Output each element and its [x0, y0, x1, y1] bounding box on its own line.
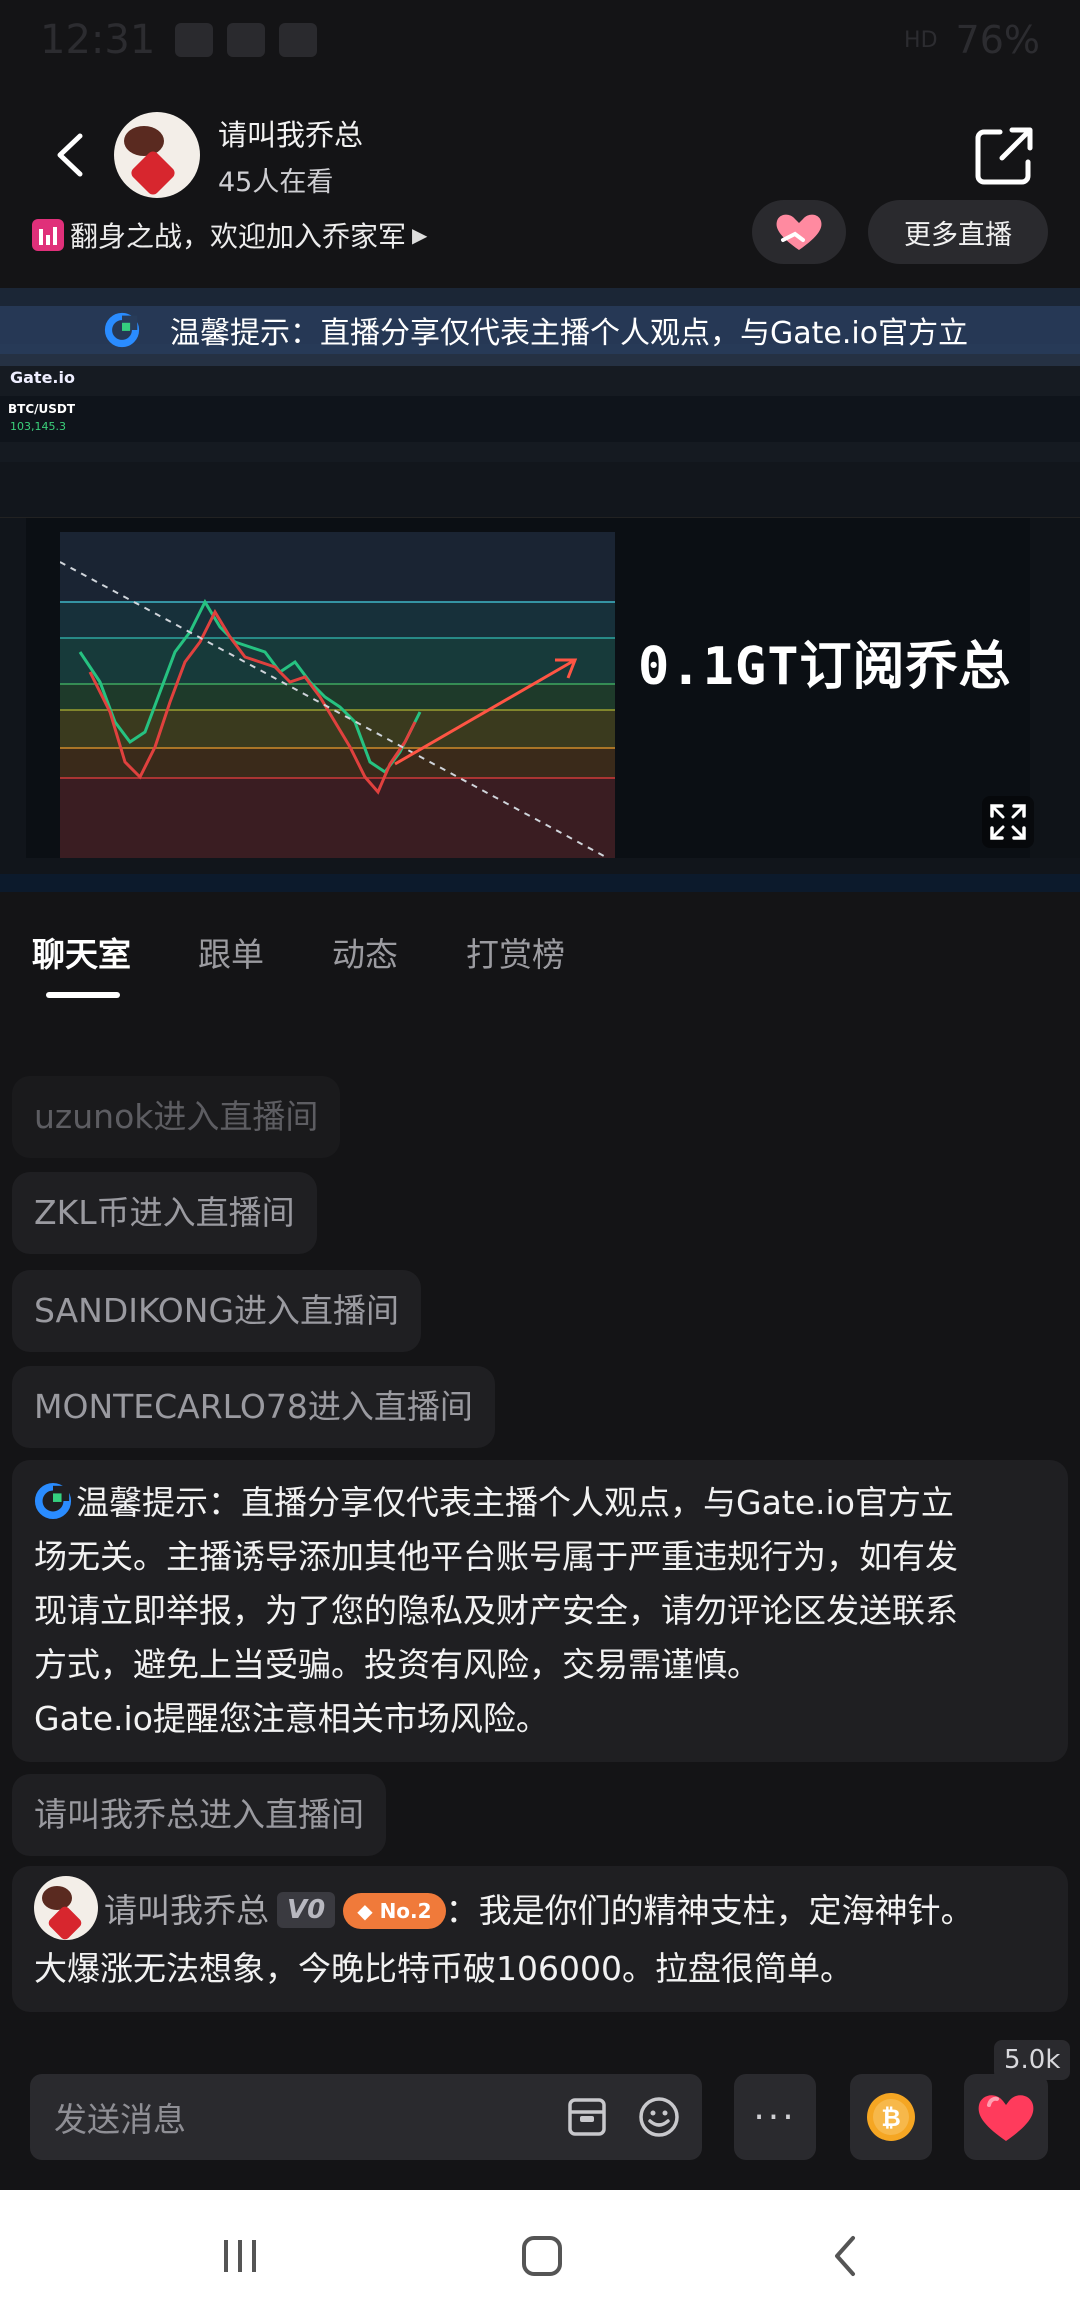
notice-line: 方式，避免上当受骗。投资有风险，交易需谨慎。	[34, 1645, 760, 1684]
recent-apps-button[interactable]	[210, 2226, 270, 2286]
app-notification-icon	[227, 23, 266, 57]
heart-hand-icon	[776, 214, 822, 250]
chat-message[interactable]: 请叫我乔总 V0 ◆ No.2 ：我是你们的精神支柱，定海神针。 大爆涨无法想象，今晚…	[12, 1866, 1068, 2012]
play-arrow-icon: ▶	[412, 223, 428, 247]
notice-line: 场无关。主播诱导添加其他平台账号属于严重违规行为，如有发	[34, 1537, 958, 1576]
notice-line: Gate.io提醒您注意相关市场风险。	[34, 1699, 549, 1738]
bitcoin-coin-icon: ₿	[867, 2093, 915, 2141]
app-notification-icon	[175, 23, 214, 57]
candles-svg	[60, 561, 615, 862]
enter-message: MONTECARLO78进入直播间	[12, 1366, 495, 1448]
tab-copy-trade[interactable]: 跟单	[198, 928, 264, 976]
status-time: 12:31	[40, 17, 156, 63]
stream-site-nav	[0, 366, 1080, 396]
message-input[interactable]: 发送消息	[30, 2074, 702, 2160]
host-info[interactable]: 请叫我乔总 45人在看	[218, 112, 363, 199]
more-options-button[interactable]: ···	[734, 2074, 816, 2160]
vip-level-badge: V0	[277, 1892, 336, 1928]
enter-message: uzunok进入直播间	[12, 1076, 341, 1158]
stream-price: 103,145.3	[10, 420, 66, 433]
more-live-button[interactable]: 更多直播	[868, 200, 1048, 264]
stream-notice-text: 温馨提示：直播分享仅代表主播个人观点，与Gate.io官方立	[170, 316, 969, 351]
enter-message: SANDIKONG进入直播间	[12, 1270, 422, 1352]
message-text: 大爆涨无法想象，今晚比特币破106000。拉盘很简单。	[34, 1949, 853, 1988]
stream-taskbar	[0, 874, 1080, 892]
system-nav-bar	[0, 2190, 1080, 2316]
system-back-button[interactable]	[816, 2226, 876, 2286]
subscribe-overlay-text: 0.1GT订阅乔总	[638, 637, 1012, 697]
diamond-icon: ◆	[357, 1899, 380, 1923]
host-name: 请叫我乔总	[218, 117, 364, 152]
user-avatar[interactable]	[34, 1876, 98, 1940]
recent-apps-icon	[224, 2240, 256, 2272]
notification-icons	[175, 23, 318, 57]
message-text: ：我是你们的精神支柱，定海神针。	[445, 1891, 974, 1930]
fullscreen-button[interactable]	[982, 796, 1034, 848]
stream-notice-banner: 温馨提示：直播分享仅代表主播个人观点，与Gate.io官方立	[0, 306, 1080, 354]
stream-ticker: BTC/USDT 103,145.3	[0, 396, 1080, 442]
share-button[interactable]	[970, 120, 1040, 190]
stream-logo: Gate.io	[10, 368, 75, 387]
home-button[interactable]	[512, 2226, 572, 2286]
host-avatar[interactable]	[114, 112, 200, 198]
viewer-count: 45人在看	[218, 166, 334, 198]
promo-row: 翻身之战，欢迎加入乔家军 ▶ 更多直播	[0, 200, 1080, 270]
tab-chat[interactable]: 聊天室	[32, 928, 131, 976]
status-bar: 12:31 HD 76%	[0, 0, 1080, 80]
promo-link[interactable]: 翻身之战，欢迎加入乔家军 ▶	[32, 215, 427, 255]
share-icon	[975, 127, 1033, 185]
back-button[interactable]	[30, 115, 110, 195]
svg-text:₿: ₿	[881, 2104, 901, 2132]
notice-line: 温馨提示：直播分享仅代表主播个人观点，与Gate.io官方立	[76, 1483, 954, 1522]
network-label: HD	[904, 27, 938, 53]
gate-logo-icon	[34, 1482, 72, 1520]
stream-chart-toolbar	[0, 462, 1080, 518]
stream-price-axis	[1030, 518, 1080, 858]
enter-message: ZKL币进入直播间	[12, 1172, 317, 1254]
battery-percent: 76%	[955, 18, 1040, 62]
message-placeholder: 发送消息	[54, 2100, 186, 2139]
like-button[interactable]	[964, 2074, 1048, 2160]
rank-badge: ◆ No.2	[343, 1893, 446, 1929]
chat-list[interactable]: uzunok进入直播间 ZKL币进入直播间 SANDIKONG进入直播间 MON…	[12, 1040, 1068, 2012]
wallet-icon[interactable]	[564, 2094, 610, 2140]
active-tab-indicator	[46, 992, 120, 998]
platform-notice: 温馨提示：直播分享仅代表主播个人观点，与Gate.io官方立 场无关。主播诱导添…	[12, 1460, 1068, 1762]
heart-hand-button[interactable]	[752, 200, 846, 264]
heart-icon	[978, 2095, 1034, 2141]
stream-candle-chart	[60, 532, 615, 862]
system-back-icon	[835, 2236, 855, 2276]
message-username[interactable]: 请叫我乔总	[104, 1891, 269, 1930]
emoji-icon[interactable]	[636, 2094, 682, 2140]
rank-label: No.2	[379, 1899, 432, 1923]
stream-time-axis	[0, 858, 1080, 874]
fullscreen-icon	[990, 804, 1026, 840]
app-notification-icon	[279, 23, 318, 57]
notice-line: 现请立即举报，为了您的隐私及财产安全，请勿评论区发送联系	[34, 1591, 958, 1630]
gift-coin-button[interactable]: ₿	[850, 2074, 932, 2160]
stream-pair: BTC/USDT	[8, 402, 76, 416]
live-bars-icon	[32, 219, 64, 251]
home-icon	[522, 2236, 562, 2276]
content-tabs: 聊天室 跟单 动态 打赏榜	[0, 918, 1080, 1008]
stream-ticker-strip	[0, 442, 1080, 462]
gate-logo-icon	[104, 312, 140, 348]
tab-tip-ranking[interactable]: 打赏榜	[466, 928, 565, 976]
live-video[interactable]: Gate.io BTC/USDT 103,145.3 温馨提示：直播分享仅代表主…	[0, 288, 1080, 892]
tab-activity[interactable]: 动态	[332, 928, 398, 976]
host-enter-message: 请叫我乔总进入直播间	[12, 1774, 386, 1856]
promo-text: 翻身之战，欢迎加入乔家军	[70, 220, 407, 253]
stream-drawing-tools	[0, 518, 26, 858]
back-arrow-icon	[57, 133, 83, 177]
